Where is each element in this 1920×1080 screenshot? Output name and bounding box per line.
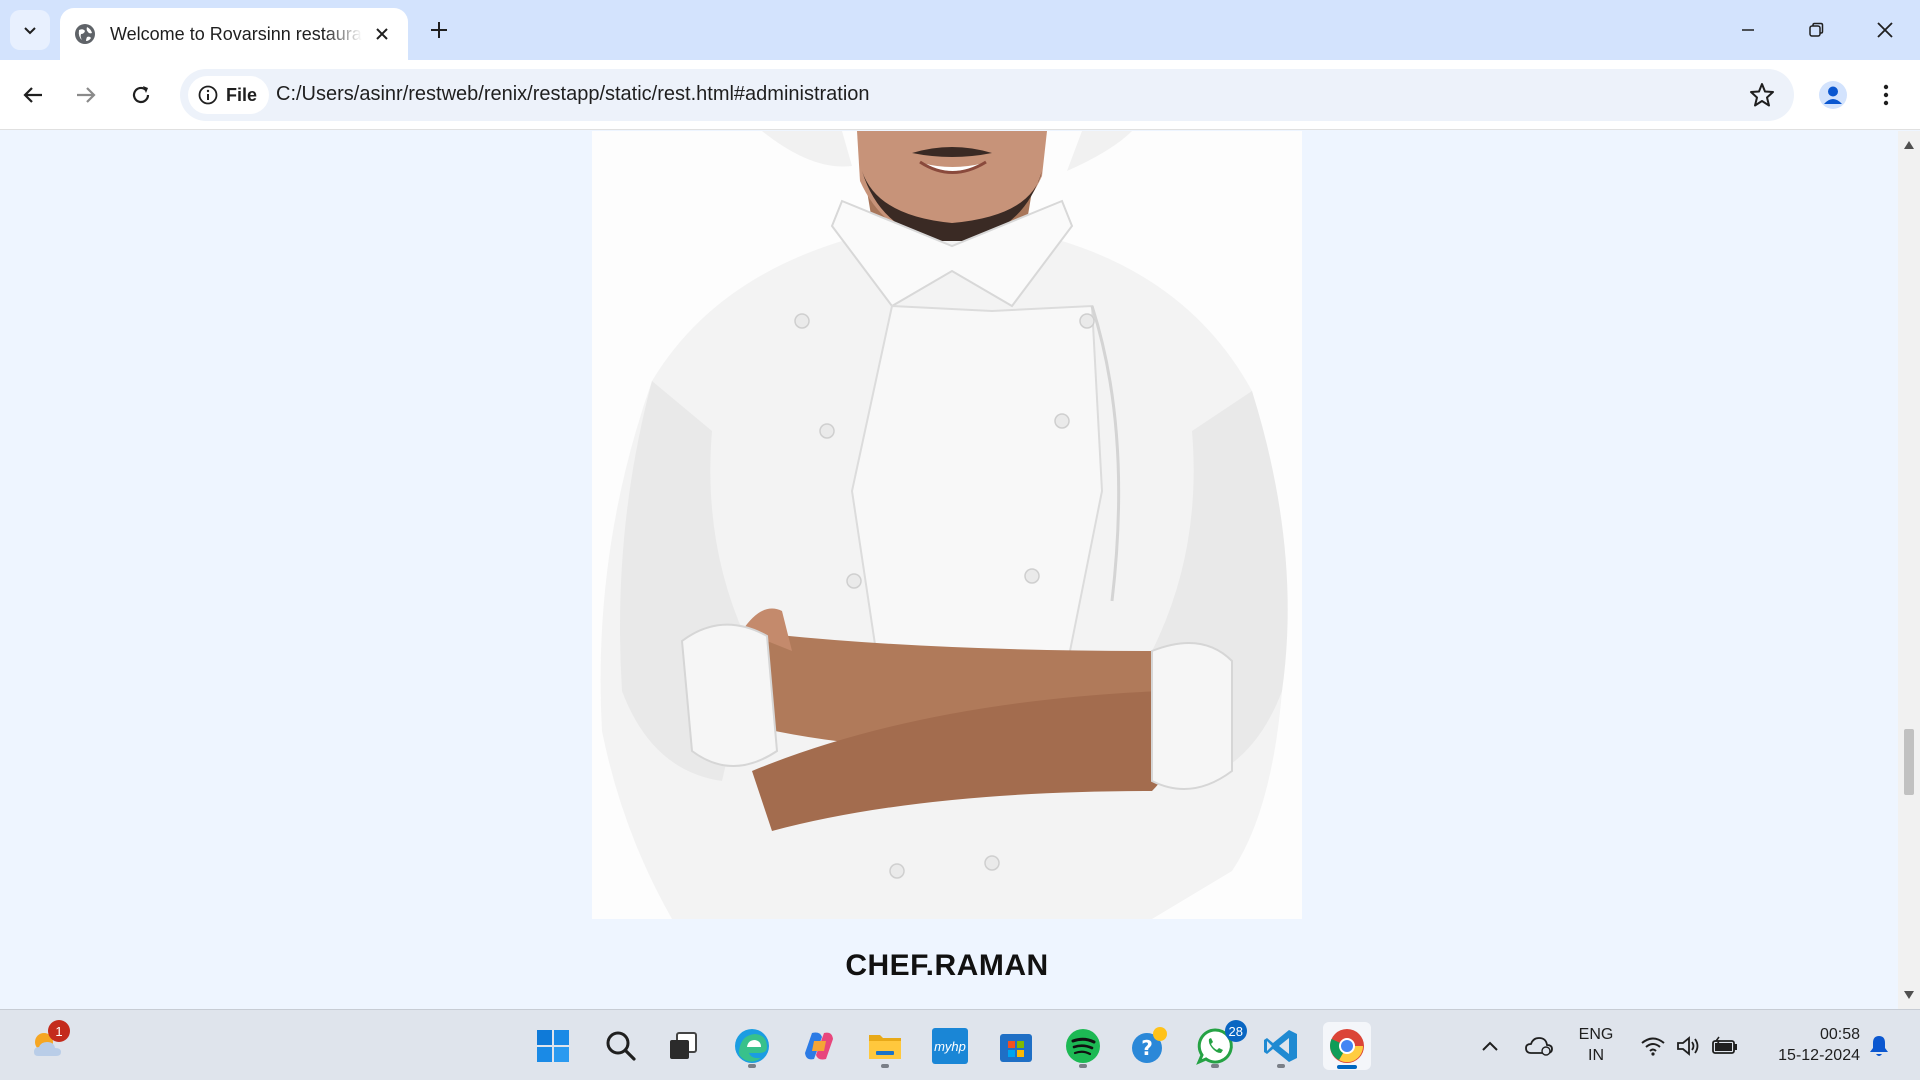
running-indicator xyxy=(748,1064,756,1068)
help-icon: ? xyxy=(1132,1027,1167,1063)
vertical-scrollbar[interactable] xyxy=(1898,131,1920,1009)
clock[interactable]: 00:58 15-12-2024 xyxy=(1750,1024,1860,1066)
windows-logo-icon xyxy=(537,1030,569,1062)
weather-badge: 1 xyxy=(48,1020,70,1042)
active-tab[interactable]: Welcome to Rovarsinn restaurant xyxy=(60,8,408,60)
active-indicator xyxy=(1337,1065,1357,1069)
myhp-label: myhp xyxy=(934,1038,966,1054)
info-icon xyxy=(198,85,218,105)
reload-icon xyxy=(132,86,150,104)
arrow-right-icon xyxy=(77,87,96,103)
chef-name-caption: CHEF.RAMAN xyxy=(845,949,1049,982)
onedrive-tray[interactable] xyxy=(1522,1026,1556,1066)
running-indicator xyxy=(1277,1064,1285,1068)
vscode-icon xyxy=(1264,1030,1297,1062)
cloud-icon xyxy=(1525,1037,1553,1056)
running-indicator xyxy=(1079,1064,1087,1068)
battery-icon xyxy=(1712,1036,1737,1054)
edge-app[interactable] xyxy=(728,1022,776,1070)
site-info-chip[interactable]: File xyxy=(188,76,270,114)
restore-icon xyxy=(1809,22,1824,37)
vscode-app[interactable] xyxy=(1257,1022,1305,1070)
site-info-label: File xyxy=(226,84,258,105)
file-explorer-app[interactable] xyxy=(861,1022,909,1070)
chrome-app[interactable] xyxy=(1323,1022,1371,1070)
scrollbar-thumb[interactable] xyxy=(1904,729,1914,795)
chevron-down-icon xyxy=(24,27,36,35)
url-text[interactable]: C:/Users/asinr/restweb/renix/restapp/sta… xyxy=(276,83,870,106)
whatsapp-badge: 28 xyxy=(1224,1020,1247,1042)
chevron-up-icon xyxy=(1482,1041,1498,1051)
language-indicator[interactable]: ENG IN xyxy=(1574,1024,1618,1066)
clock-time: 00:58 xyxy=(1819,1026,1860,1043)
globe-icon xyxy=(75,24,95,44)
close-window-button[interactable] xyxy=(1862,8,1908,52)
wifi-icon xyxy=(1641,1037,1665,1056)
battery-tray[interactable] xyxy=(1708,1026,1742,1066)
chrome-icon xyxy=(1330,1029,1364,1063)
restore-button[interactable] xyxy=(1793,8,1839,52)
copilot-app[interactable] xyxy=(795,1022,843,1070)
running-indicator xyxy=(881,1064,889,1068)
browser-toolbar: File C:/Users/asinr/restweb/renix/restap… xyxy=(0,60,1920,130)
tab-search-button[interactable] xyxy=(10,10,50,50)
scroll-down-button[interactable] xyxy=(1903,989,1915,1001)
whatsapp-app[interactable]: 28 xyxy=(1191,1020,1247,1070)
browser-menu-button[interactable] xyxy=(1866,75,1906,115)
forward-button[interactable] xyxy=(66,75,106,115)
address-bar[interactable]: File C:/Users/asinr/restweb/renix/restap… xyxy=(180,69,1794,121)
spotify-app[interactable] xyxy=(1059,1022,1107,1070)
task-view-button[interactable] xyxy=(659,1022,707,1070)
chef-photo xyxy=(592,131,1302,919)
show-hidden-icons-button[interactable] xyxy=(1476,1026,1504,1066)
language-line2: IN xyxy=(1588,1047,1604,1064)
taskbar-search-button[interactable] xyxy=(597,1022,645,1070)
profile-button[interactable] xyxy=(1813,75,1853,115)
star-icon[interactable] xyxy=(1748,81,1776,109)
wifi-tray[interactable] xyxy=(1636,1026,1670,1066)
speaker-icon xyxy=(1677,1036,1699,1056)
back-button[interactable] xyxy=(13,75,53,115)
page-viewport: CHEF.RAMAN xyxy=(0,131,1898,1009)
avatar-icon xyxy=(1819,81,1847,109)
windows-taskbar: 1 myhp ? 28 ENG IN 00:58 15-12-2024 xyxy=(0,1009,1920,1080)
svg-text:?: ? xyxy=(1141,1036,1153,1060)
minimize-button[interactable] xyxy=(1725,8,1771,52)
new-tab-button[interactable] xyxy=(424,15,454,45)
microsoft-store-app[interactable] xyxy=(992,1022,1040,1070)
running-indicator xyxy=(1211,1064,1219,1068)
myhp-icon: myhp xyxy=(932,1028,968,1064)
more-vertical-icon xyxy=(1883,84,1889,106)
start-button[interactable] xyxy=(529,1022,577,1070)
spotify-icon xyxy=(1066,1029,1100,1063)
arrow-left-icon xyxy=(23,87,42,103)
task-view-icon xyxy=(670,1032,697,1059)
triangle-down-icon xyxy=(1904,991,1914,999)
close-icon xyxy=(376,28,388,40)
close-tab-button[interactable] xyxy=(370,22,394,46)
edge-icon xyxy=(735,1029,769,1063)
folder-icon xyxy=(869,1035,901,1059)
copilot-icon xyxy=(805,1032,833,1060)
weather-widget[interactable]: 1 xyxy=(24,1020,72,1070)
triangle-up-icon xyxy=(1904,141,1914,149)
notifications-button[interactable] xyxy=(1864,1026,1894,1066)
reload-button[interactable] xyxy=(121,75,161,115)
myhp-app[interactable]: myhp xyxy=(926,1022,974,1070)
minimize-icon xyxy=(1742,29,1754,31)
clock-date: 15-12-2024 xyxy=(1778,1047,1860,1064)
plus-icon xyxy=(431,22,447,38)
language-line1: ENG xyxy=(1578,1026,1614,1043)
get-help-app[interactable]: ? xyxy=(1125,1022,1173,1070)
bell-icon xyxy=(1870,1036,1888,1056)
tab-title: Welcome to Rovarsinn restaurant xyxy=(110,23,362,44)
store-icon xyxy=(1000,1034,1032,1062)
close-icon xyxy=(1877,22,1893,38)
scroll-up-button[interactable] xyxy=(1903,139,1915,151)
search-icon xyxy=(606,1031,636,1061)
tab-strip: Welcome to Rovarsinn restaurant xyxy=(0,0,1920,60)
volume-tray[interactable] xyxy=(1672,1026,1706,1066)
